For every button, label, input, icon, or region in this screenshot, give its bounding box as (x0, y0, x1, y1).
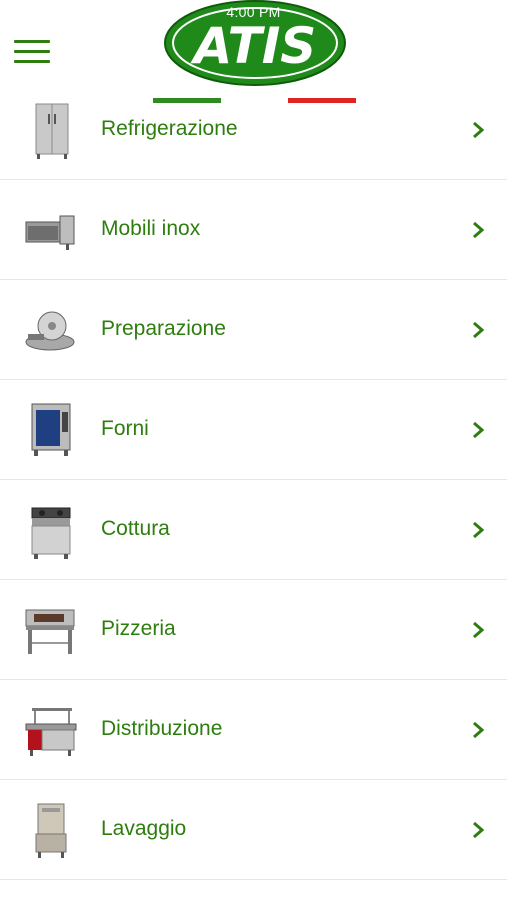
chevron-right-icon (473, 721, 485, 739)
meat-slicer-icon (25, 311, 75, 351)
category-row-forni[interactable]: Forni (0, 380, 507, 480)
refrigerator-icon (35, 103, 69, 159)
chevron-right-icon (473, 121, 485, 139)
hamburger-menu-icon[interactable] (14, 40, 50, 66)
dishwasher-icon (35, 803, 67, 858)
category-row-refrigerazione[interactable]: Refrigerazione (0, 80, 507, 180)
category-label: Distribuzione (101, 717, 223, 740)
gas-range-icon (31, 507, 71, 559)
category-list: Refrigerazione Mobili inox Preparazione (0, 80, 507, 880)
status-bar-time: 4:00 PM (226, 4, 281, 20)
category-label: Cottura (101, 517, 170, 540)
stainless-cabinet-icon (25, 215, 75, 250)
category-row-preparazione[interactable]: Preparazione (0, 280, 507, 380)
category-label: Mobili inox (101, 217, 201, 240)
category-row-lavaggio[interactable]: Lavaggio (0, 780, 507, 880)
chevron-right-icon (473, 421, 485, 439)
category-row-distribuzione[interactable]: Distribuzione (0, 680, 507, 780)
category-label: Pizzeria (101, 617, 176, 640)
chevron-right-icon (473, 521, 485, 539)
chevron-right-icon (473, 621, 485, 639)
category-row-pizzeria[interactable]: Pizzeria (0, 580, 507, 680)
chevron-right-icon (473, 821, 485, 839)
category-row-mobili-inox[interactable]: Mobili inox (0, 180, 507, 280)
food-counter-icon (25, 708, 77, 756)
category-label: Refrigerazione (101, 117, 238, 140)
category-label: Lavaggio (101, 817, 187, 840)
category-label: Preparazione (101, 317, 226, 340)
combi-oven-icon (31, 403, 71, 456)
category-row-cottura[interactable]: Cottura (0, 480, 507, 580)
chevron-right-icon (473, 221, 485, 239)
category-label: Forni (101, 417, 149, 440)
svg-text:ATIS: ATIS (190, 17, 317, 75)
pizza-oven-icon (25, 609, 75, 654)
chevron-right-icon (473, 321, 485, 339)
